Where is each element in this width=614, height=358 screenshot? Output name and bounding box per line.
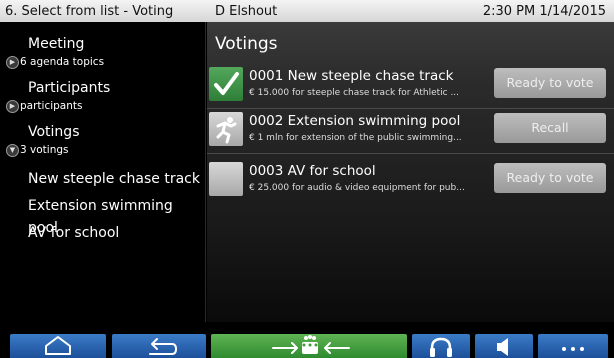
voting-row[interactable]: 0001 New steeple chase track € 15.000 fo… (207, 65, 614, 109)
speaker-icon (497, 338, 508, 356)
recall-button[interactable]: Recall (494, 113, 606, 143)
sidebar: Meeting ▶ 6 agenda topics Participants ▶… (0, 22, 206, 322)
voting-title: 0001 New steeple chase track (249, 68, 454, 84)
sidebar-section-label: Votings (28, 124, 80, 140)
sidebar-item-av-for-school[interactable]: AV for school (0, 222, 206, 244)
headphones-button[interactable] (412, 334, 470, 358)
page-title: Votings (215, 34, 278, 54)
user-name: D Elshout (215, 3, 278, 19)
more-button[interactable] (538, 334, 608, 358)
bottom-toolbar (0, 322, 614, 358)
ready-to-vote-button[interactable]: Ready to vote (494, 163, 606, 193)
voting-row[interactable]: 0002 Extension swimming pool € 1 mln for… (207, 110, 614, 154)
sidebar-item-new-steeple-chase-track[interactable]: New steeple chase track (0, 168, 206, 190)
home-icon (45, 336, 71, 355)
voting-description: € 15.000 for steeple chase track for Ath… (249, 88, 460, 98)
title-bar: 6. Select from list - Voting D Elshout 2… (0, 0, 614, 22)
meeting-flow-button[interactable] (211, 334, 407, 358)
checkmark-icon (209, 67, 243, 101)
sidebar-section-sub: participants (20, 100, 83, 112)
headphones-icon (430, 337, 452, 357)
running-person-icon (209, 112, 243, 146)
back-icon (149, 338, 177, 355)
voting-description: € 25.000 for audio & video equipment for… (249, 183, 465, 193)
date-time: 2:30 PM 1/14/2015 (482, 3, 606, 19)
screen-title: 6. Select from list - Voting (5, 3, 174, 19)
expand-arrow-icon[interactable]: ▶ (6, 56, 19, 69)
sidebar-section-label: Meeting (28, 36, 85, 52)
back-button[interactable] (112, 334, 206, 358)
ready-to-vote-button[interactable]: Ready to vote (494, 68, 606, 98)
row-divider (207, 153, 614, 154)
meeting-flow-icon (272, 335, 350, 354)
sidebar-item-extension-swimming-pool[interactable]: Extension swimming pool (0, 195, 206, 236)
sidebar-section-label: Participants (28, 80, 111, 96)
more-icon (562, 347, 584, 351)
collapse-arrow-icon[interactable]: ▼ (6, 144, 19, 157)
sidebar-section-participants[interactable]: Participants ▶ participants (0, 80, 206, 120)
sidebar-section-sub: 6 agenda topics (20, 56, 105, 68)
sidebar-section-votings[interactable]: Votings ▼ 3 votings (0, 124, 206, 164)
voting-description: € 1 mln for extension of the public swim… (249, 133, 462, 143)
voting-row[interactable]: 0003 AV for school € 25.000 for audio & … (207, 160, 614, 200)
main-panel: Votings 0001 New steeple chase track € 1… (207, 22, 614, 322)
speaker-button[interactable] (475, 334, 533, 358)
blank-icon (209, 162, 243, 196)
sidebar-section-sub: 3 votings (20, 144, 69, 156)
home-button[interactable] (10, 334, 106, 358)
voting-title: 0003 AV for school (249, 163, 376, 179)
expand-arrow-icon[interactable]: ▶ (6, 100, 19, 113)
row-divider (207, 108, 614, 109)
sidebar-section-meeting[interactable]: Meeting ▶ 6 agenda topics (0, 36, 206, 76)
voting-title: 0002 Extension swimming pool (249, 113, 461, 129)
